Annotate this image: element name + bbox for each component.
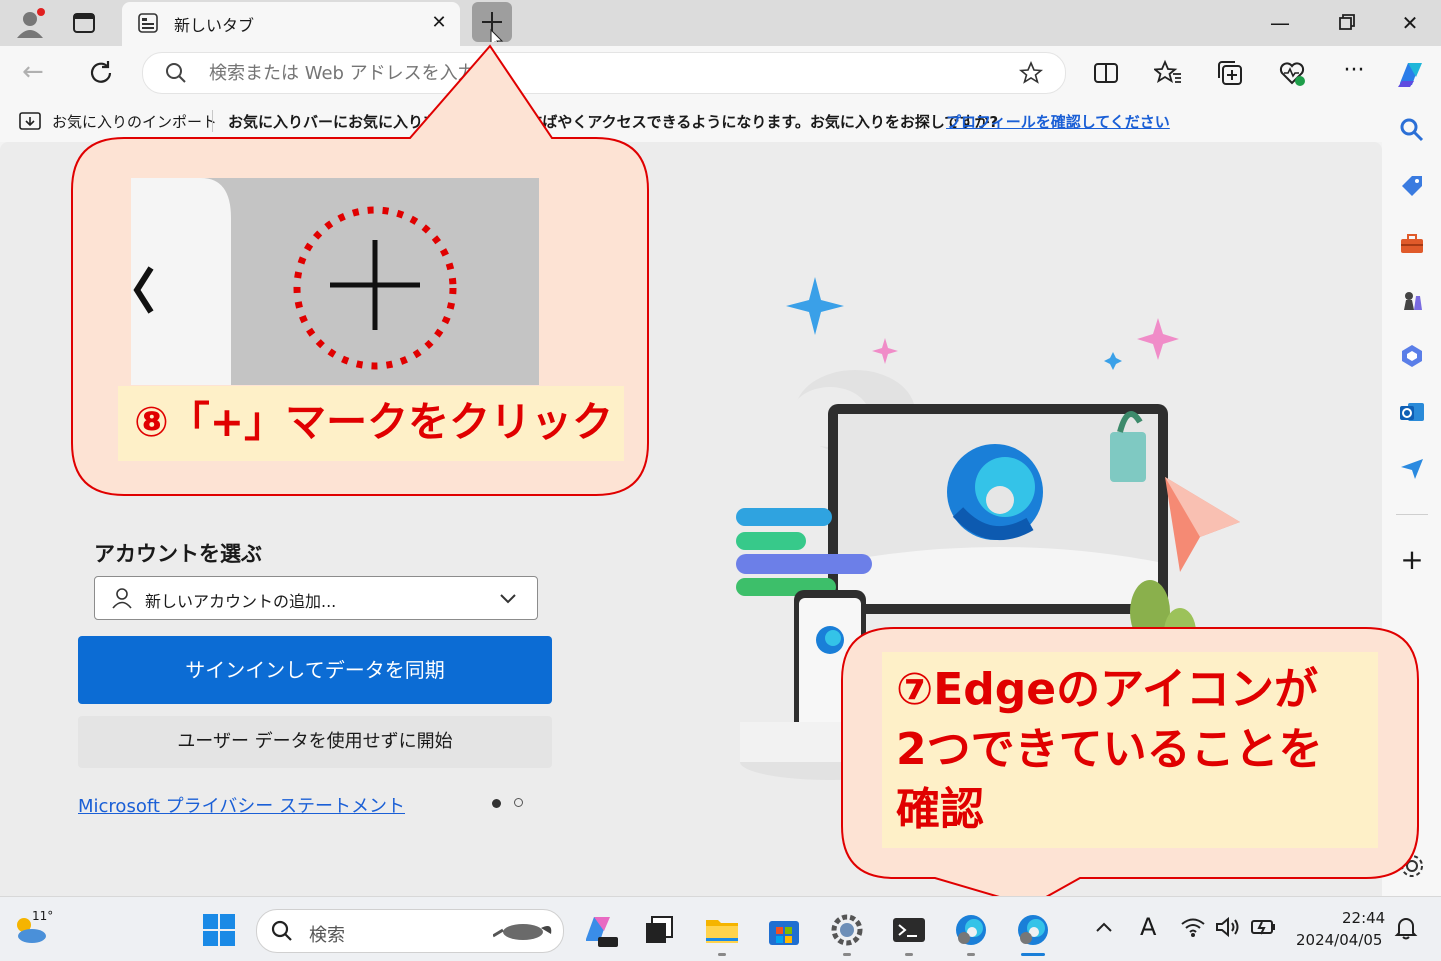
taskbar-search[interactable]: 検索 [256, 909, 564, 953]
file-explorer-icon[interactable] [703, 911, 741, 949]
search-icon [271, 920, 293, 942]
taskbar-search-placeholder: 検索 [309, 925, 345, 946]
running-indicator [843, 953, 851, 956]
step7-line: 確認 [896, 784, 984, 835]
microsoft-store-icon[interactable] [765, 911, 803, 949]
settings-gear-icon[interactable] [828, 911, 866, 949]
wifi-icon[interactable] [1180, 915, 1206, 939]
battery-charging-icon[interactable] [1250, 915, 1278, 939]
copilot-pre-icon[interactable] [580, 911, 618, 949]
clock-time[interactable]: 22:44 [1342, 909, 1385, 927]
running-indicator [718, 953, 726, 956]
active-indicator [1021, 953, 1045, 956]
running-indicator [905, 953, 913, 956]
step7-instruction: ⑦Edgeのアイコンが 2つできていることを 確認 [882, 652, 1378, 848]
terminal-icon[interactable] [890, 911, 928, 949]
zoomed-new-tab-button [131, 178, 539, 385]
step7-line: ⑦Edgeのアイコンが [896, 664, 1318, 715]
edge-browser-icon[interactable] [1014, 911, 1052, 949]
volume-icon[interactable] [1214, 915, 1242, 939]
task-view-icon[interactable] [640, 911, 678, 949]
clock-date[interactable]: 2024/04/05 [1296, 931, 1382, 949]
chevron-up-icon[interactable] [1094, 917, 1114, 937]
taskbar: 11° 検索 A 22:44 2024/04/05 [0, 896, 1441, 961]
step8-instruction: ⑧「+」マークをクリック [118, 386, 624, 461]
ime-mode-indicator[interactable]: A [1140, 913, 1156, 941]
search-highlight-anteater-icon [492, 918, 555, 944]
running-indicator [967, 953, 975, 956]
step7-line: 2つできていることを [896, 724, 1323, 775]
edge-browser-icon[interactable] [952, 911, 990, 949]
notification-bell-icon[interactable] [1394, 915, 1418, 941]
weather-temperature: 11° [32, 909, 54, 923]
windows-start-icon[interactable] [200, 911, 238, 949]
